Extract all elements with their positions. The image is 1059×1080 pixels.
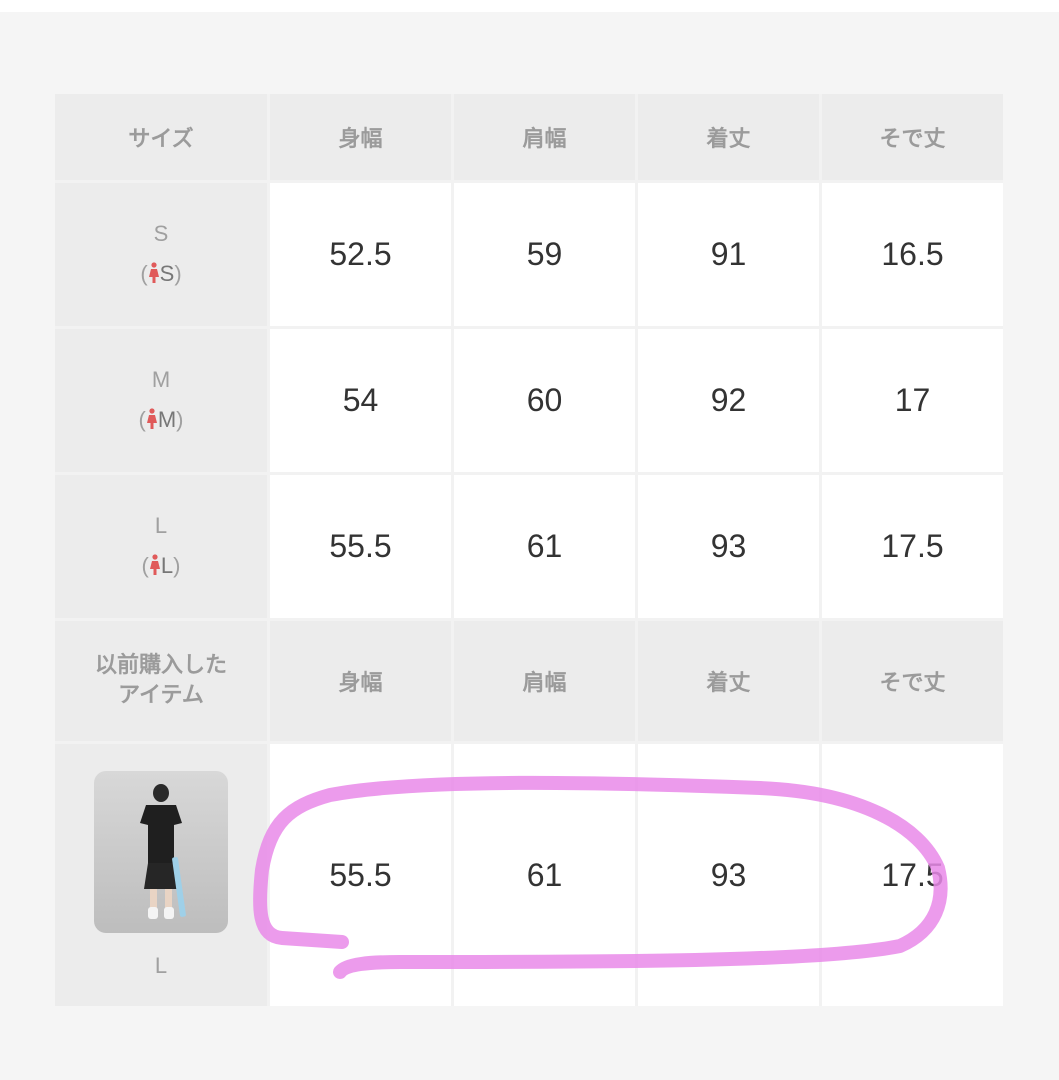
- value-cell: 61: [454, 744, 638, 1006]
- value-cell: 17.5: [822, 744, 1003, 1006]
- header-size: サイズ: [55, 94, 270, 183]
- size-sub-label: (M): [138, 406, 184, 432]
- size-letter: L: [154, 512, 168, 538]
- size-sub-label: (S): [140, 260, 182, 286]
- header-shoulder-width: 肩幅: [454, 94, 638, 183]
- size-sub-label: (L): [141, 552, 181, 578]
- table-row-l: L (L) 55.5 61 93 17.5: [55, 475, 1003, 621]
- header-body-width: 身幅: [270, 94, 454, 183]
- value-cell: 17: [822, 329, 1003, 475]
- size-label-s: S (S): [55, 183, 270, 329]
- top-strip: [0, 0, 1059, 12]
- woman-figure-icon: [149, 553, 160, 575]
- value-cell: 55.5: [270, 475, 454, 621]
- value-cell: 61: [454, 475, 638, 621]
- value-cell: 54: [270, 329, 454, 475]
- value-cell: 92: [638, 329, 822, 475]
- size-letter: S: [153, 220, 169, 246]
- header-sleeve-length: そで丈: [822, 94, 1003, 183]
- table-row-m: M (M) 54 60 92 17: [55, 329, 1003, 475]
- value-cell: 93: [638, 744, 822, 1006]
- size-table: サイズ 身幅 肩幅 着丈 そで丈 S (S) 52.5 59 91 16.5 M…: [55, 94, 1003, 1006]
- value-cell: 93: [638, 475, 822, 621]
- item-size: L: [154, 953, 168, 978]
- previous-item-row: L 55.5 61 93 17.5: [55, 744, 1003, 1006]
- size-label-m: M (M): [55, 329, 270, 475]
- value-cell: 91: [638, 183, 822, 329]
- header-length: 着丈: [638, 94, 822, 183]
- size-label-l: L (L): [55, 475, 270, 621]
- table-header-row: サイズ 身幅 肩幅 着丈 そで丈: [55, 94, 1003, 183]
- header-sleeve-length: そで丈: [822, 621, 1003, 744]
- header-body-width: 身幅: [270, 621, 454, 744]
- product-thumbnail[interactable]: [94, 771, 228, 933]
- woman-figure-icon: [146, 407, 157, 429]
- header-length: 着丈: [638, 621, 822, 744]
- value-cell: 55.5: [270, 744, 454, 1006]
- value-cell: 60: [454, 329, 638, 475]
- woman-figure-icon: [148, 261, 159, 283]
- value-cell: 52.5: [270, 183, 454, 329]
- value-cell: 16.5: [822, 183, 1003, 329]
- header-shoulder-width: 肩幅: [454, 621, 638, 744]
- previous-item-cell: L: [55, 744, 270, 1006]
- table-row-s: S (S) 52.5 59 91 16.5: [55, 183, 1003, 329]
- previous-item-label: 以前購入した アイテム: [55, 621, 270, 744]
- size-letter: M: [151, 366, 171, 392]
- value-cell: 59: [454, 183, 638, 329]
- previous-item-header-row: 以前購入した アイテム 身幅 肩幅 着丈 そで丈: [55, 621, 1003, 744]
- model-photo: [140, 784, 186, 919]
- value-cell: 17.5: [822, 475, 1003, 621]
